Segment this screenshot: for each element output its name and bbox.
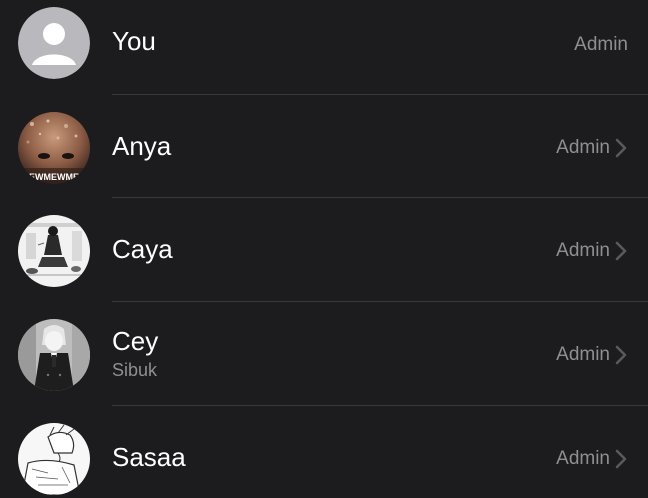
member-name: Caya bbox=[112, 234, 173, 264]
member-row-caya[interactable]: Caya Admin bbox=[0, 198, 648, 302]
avatar bbox=[18, 215, 90, 287]
member-name: You bbox=[112, 26, 156, 56]
member-name: Cey bbox=[112, 326, 159, 356]
avatar-caption: EWMEWME bbox=[29, 172, 79, 182]
avatar bbox=[18, 423, 90, 495]
member-row-sasaa[interactable]: Sasaa Admin bbox=[0, 406, 648, 498]
member-role: Admin bbox=[574, 34, 628, 55]
avatar: EWMEWME bbox=[18, 112, 90, 184]
member-row-cey[interactable]: Cey Sibuk Admin bbox=[0, 302, 648, 406]
member-status: Sibuk bbox=[112, 360, 158, 380]
photo-manga-character-icon bbox=[18, 319, 90, 391]
member-role: Admin bbox=[556, 344, 610, 365]
photo-glitter-face-icon: EWMEWME bbox=[18, 112, 90, 184]
group-members-list: You Admin EWMEWME Anya Admin Caya Admin … bbox=[0, 0, 648, 498]
default-person-icon bbox=[18, 7, 90, 79]
chevron-right-icon bbox=[614, 448, 628, 470]
avatar bbox=[18, 7, 90, 79]
member-role: Admin bbox=[556, 137, 610, 158]
avatar bbox=[18, 319, 90, 391]
member-row-you[interactable]: You Admin bbox=[0, 0, 648, 94]
photo-manga-sketch-icon bbox=[18, 423, 90, 495]
member-row-anya[interactable]: EWMEWME Anya Admin bbox=[0, 95, 648, 199]
chevron-right-icon bbox=[614, 344, 628, 366]
member-name: Anya bbox=[112, 131, 172, 161]
member-role: Admin bbox=[556, 240, 610, 261]
member-role: Admin bbox=[556, 448, 610, 469]
photo-manga-scene-icon bbox=[18, 215, 90, 287]
chevron-right-icon bbox=[614, 240, 628, 262]
chevron-right-icon bbox=[614, 137, 628, 159]
member-name: Sasaa bbox=[112, 442, 186, 472]
